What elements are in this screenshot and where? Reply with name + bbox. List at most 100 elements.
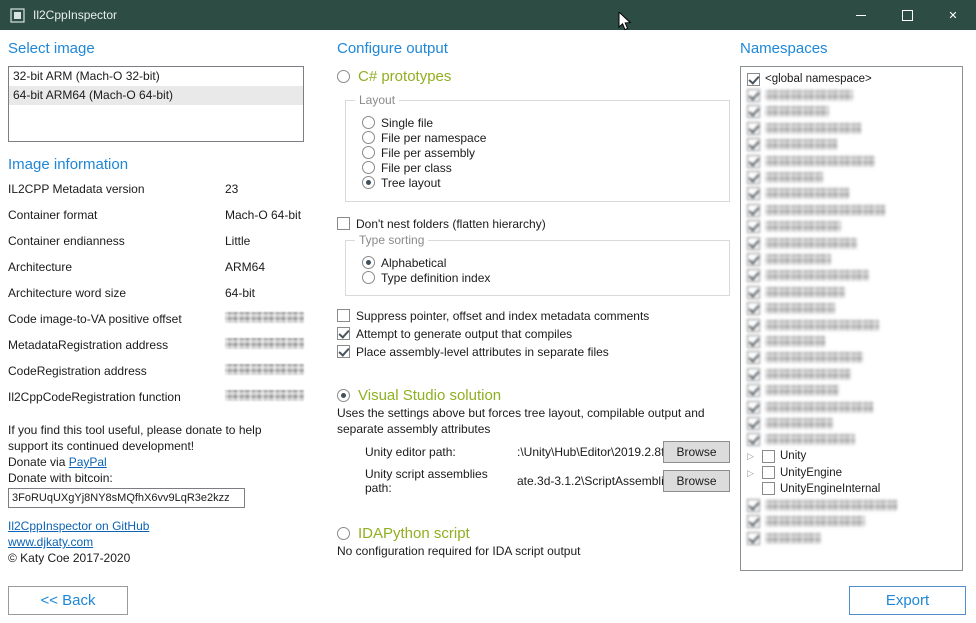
namespace-item-redacted[interactable] bbox=[747, 432, 962, 448]
namespace-checkbox[interactable] bbox=[747, 286, 760, 299]
namespace-checkbox[interactable] bbox=[747, 122, 760, 135]
namespace-item-redacted[interactable] bbox=[747, 169, 962, 185]
layout-option[interactable]: File per assembly bbox=[362, 145, 729, 160]
namespace-checkbox[interactable] bbox=[747, 335, 760, 348]
namespace-item-redacted[interactable] bbox=[747, 284, 962, 300]
namespace-checkbox[interactable] bbox=[747, 417, 760, 430]
csharp-prototypes-radio[interactable] bbox=[337, 70, 350, 83]
minimize-button[interactable] bbox=[838, 0, 884, 30]
layout-option-radio[interactable] bbox=[362, 161, 375, 174]
layout-option-radio[interactable] bbox=[362, 131, 375, 144]
close-button[interactable]: ✕ bbox=[930, 0, 976, 30]
namespace-item-redacted[interactable] bbox=[747, 202, 962, 218]
browse-button[interactable]: Browse bbox=[663, 441, 730, 463]
namespace-checkbox[interactable] bbox=[747, 515, 760, 528]
namespace-checkbox[interactable] bbox=[747, 319, 760, 332]
image-list-item[interactable]: 64-bit ARM64 (Mach-O 64-bit) bbox=[9, 86, 303, 105]
namespace-checkbox[interactable] bbox=[762, 450, 775, 463]
namespace-checkbox[interactable] bbox=[762, 466, 775, 479]
paypal-link[interactable]: PayPal bbox=[69, 455, 107, 469]
namespace-checkbox[interactable] bbox=[747, 89, 760, 102]
sorting-option-radio[interactable] bbox=[362, 256, 375, 269]
layout-option[interactable]: Tree layout bbox=[362, 175, 729, 190]
namespace-checkbox[interactable] bbox=[747, 532, 760, 545]
namespace-checkbox[interactable] bbox=[747, 171, 760, 184]
namespace-item-redacted[interactable] bbox=[747, 153, 962, 169]
expand-icon[interactable]: ▷ bbox=[747, 468, 757, 478]
back-button[interactable]: << Back bbox=[8, 586, 128, 615]
namespace-checkbox[interactable] bbox=[747, 155, 760, 168]
namespace-checkbox[interactable] bbox=[747, 368, 760, 381]
namespace-item-redacted[interactable] bbox=[747, 137, 962, 153]
namespace-checkbox[interactable] bbox=[747, 499, 760, 512]
expand-icon[interactable]: ▷ bbox=[747, 451, 757, 461]
idapython-radio[interactable] bbox=[337, 527, 350, 540]
namespace-checkbox[interactable] bbox=[747, 237, 760, 250]
namespace-item-redacted[interactable] bbox=[747, 219, 962, 235]
namespace-checkbox[interactable] bbox=[747, 269, 760, 282]
visual-studio-option[interactable]: Visual Studio solution bbox=[337, 385, 730, 405]
layout-option[interactable]: File per class bbox=[362, 160, 729, 175]
namespace-item-redacted[interactable] bbox=[747, 382, 962, 398]
namespaces-list[interactable]: <global namespace>▷Unity▷UnityEngineUnit… bbox=[740, 66, 963, 571]
namespace-checkbox[interactable] bbox=[747, 433, 760, 446]
namespace-item-redacted[interactable] bbox=[747, 87, 962, 103]
output-option[interactable]: Place assembly-level attributes in separ… bbox=[337, 344, 730, 359]
namespace-item-redacted[interactable] bbox=[747, 514, 962, 530]
github-link[interactable]: Il2CppInspector on GitHub bbox=[8, 519, 149, 533]
image-list-item[interactable]: 32-bit ARM (Mach-O 32-bit) bbox=[9, 67, 303, 86]
output-option[interactable]: Suppress pointer, offset and index metad… bbox=[337, 308, 730, 323]
export-button[interactable]: Export bbox=[849, 586, 966, 615]
idapython-option[interactable]: IDAPython script bbox=[337, 523, 730, 543]
output-checkbox[interactable] bbox=[337, 327, 350, 340]
layout-option[interactable]: File per namespace bbox=[362, 130, 729, 145]
sorting-option[interactable]: Type definition index bbox=[362, 270, 729, 285]
namespace-item-redacted[interactable] bbox=[747, 317, 962, 333]
namespace-checkbox[interactable] bbox=[747, 302, 760, 315]
namespace-item-redacted[interactable] bbox=[747, 350, 962, 366]
namespace-checkbox[interactable] bbox=[747, 187, 760, 200]
namespace-item-redacted[interactable] bbox=[747, 300, 962, 316]
namespace-item-redacted[interactable] bbox=[747, 104, 962, 120]
namespace-item-redacted[interactable] bbox=[747, 497, 962, 513]
layout-option-radio[interactable] bbox=[362, 176, 375, 189]
flatten-option[interactable]: Don't nest folders (flatten hierarchy) bbox=[337, 216, 730, 231]
csharp-prototypes-option[interactable]: C# prototypes bbox=[337, 66, 730, 86]
namespace-checkbox[interactable] bbox=[747, 253, 760, 266]
namespace-item-redacted[interactable] bbox=[747, 333, 962, 349]
namespace-item-redacted[interactable] bbox=[747, 268, 962, 284]
output-checkbox[interactable] bbox=[337, 309, 350, 322]
namespace-checkbox[interactable] bbox=[747, 220, 760, 233]
namespace-item-redacted[interactable] bbox=[747, 530, 962, 546]
namespace-item-redacted[interactable] bbox=[747, 251, 962, 267]
maximize-button[interactable] bbox=[884, 0, 930, 30]
namespace-checkbox[interactable] bbox=[747, 105, 760, 118]
output-option[interactable]: Attempt to generate output that compiles bbox=[337, 326, 730, 341]
namespace-item-redacted[interactable] bbox=[747, 366, 962, 382]
namespace-checkbox[interactable] bbox=[747, 73, 760, 86]
namespace-item-redacted[interactable] bbox=[747, 120, 962, 136]
namespace-checkbox[interactable] bbox=[747, 138, 760, 151]
layout-option-radio[interactable] bbox=[362, 116, 375, 129]
sorting-option[interactable]: Alphabetical bbox=[362, 255, 729, 270]
namespace-item[interactable]: <global namespace> bbox=[747, 71, 962, 87]
website-link[interactable]: www.djkaty.com bbox=[8, 535, 93, 549]
visual-studio-radio[interactable] bbox=[337, 389, 350, 402]
layout-option-radio[interactable] bbox=[362, 146, 375, 159]
output-checkbox[interactable] bbox=[337, 345, 350, 358]
layout-option[interactable]: Single file bbox=[362, 115, 729, 130]
namespace-checkbox[interactable] bbox=[747, 204, 760, 217]
namespace-item[interactable]: UnityEngineInternal bbox=[747, 481, 962, 497]
namespace-checkbox[interactable] bbox=[747, 401, 760, 414]
flatten-checkbox[interactable] bbox=[337, 217, 350, 230]
browse-button[interactable]: Browse bbox=[663, 470, 730, 492]
namespace-item-redacted[interactable] bbox=[747, 399, 962, 415]
bitcoin-address-field[interactable] bbox=[8, 488, 245, 508]
namespace-checkbox[interactable] bbox=[747, 384, 760, 397]
image-list[interactable]: 32-bit ARM (Mach-O 32-bit)64-bit ARM64 (… bbox=[8, 66, 304, 142]
namespace-item-redacted[interactable] bbox=[747, 415, 962, 431]
namespace-item-redacted[interactable] bbox=[747, 235, 962, 251]
namespace-checkbox[interactable] bbox=[762, 482, 775, 495]
namespace-item[interactable]: ▷UnityEngine bbox=[747, 464, 962, 480]
namespace-checkbox[interactable] bbox=[747, 351, 760, 364]
